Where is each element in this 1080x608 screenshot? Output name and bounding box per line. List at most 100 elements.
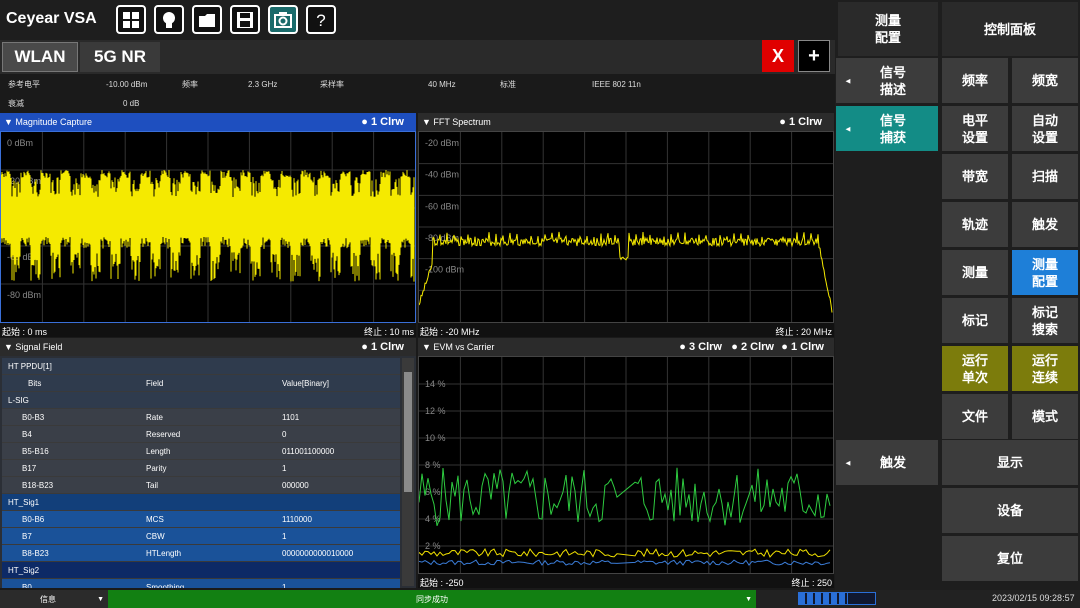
cell: HTLength: [146, 549, 182, 558]
windows-icon[interactable]: [116, 5, 146, 34]
evm-trace-1[interactable]: ● 1 Clrw: [781, 341, 824, 353]
magnitude-pane-header[interactable]: ▼ Magnitude Capture ● 1 Clrw: [0, 113, 416, 131]
y-tick-label: -80 dBm: [7, 290, 41, 300]
y-tick-label: -40 dBm: [425, 170, 459, 180]
signal-capture-button[interactable]: ◄ 信号 捕获: [836, 106, 938, 151]
evm-pane-header[interactable]: ▼ EVM vs Carrier ● 3 Clrw ● 2 Clrw ● 1 C…: [418, 338, 834, 356]
add-tab-button[interactable]: +: [798, 40, 830, 72]
control-button[interactable]: 自动 设置: [1012, 106, 1078, 151]
table-header: Bits Field Value[Binary]: [2, 375, 400, 392]
table-group-row: HT_Sig1: [2, 494, 400, 511]
folder-icon[interactable]: [192, 5, 222, 34]
table-row: B17 Parity 1: [2, 460, 400, 477]
info-dropdown[interactable]: 信息 ▼: [0, 590, 108, 608]
cell: Length: [146, 447, 171, 456]
freq-label: 频率: [182, 80, 198, 89]
control-button[interactable]: 测量: [942, 250, 1008, 295]
evm-title: ▼ EVM vs Carrier: [422, 342, 495, 352]
table-row: B7 CBW 1: [2, 528, 400, 545]
evm-trace-2[interactable]: ● 2 Clrw: [731, 341, 774, 353]
control-button[interactable]: 扫描: [1012, 154, 1078, 199]
device-button[interactable]: 设备: [942, 488, 1078, 533]
cell: B8-B23: [22, 549, 49, 558]
control-button[interactable]: 测量 配置: [1012, 250, 1078, 295]
status-message: 同步成功: [416, 594, 448, 604]
info-label: 信息: [40, 594, 56, 604]
evm-trace-3[interactable]: ● 3 Clrw: [679, 341, 722, 353]
table-row: B18-B23 Tail 000000: [2, 477, 400, 494]
help-icon[interactable]: ?: [306, 5, 336, 34]
y-tick-label: -60 dBm: [425, 201, 459, 211]
evm-trace-line-1: [418, 467, 831, 526]
magnitude-title: ▼ Magnitude Capture: [4, 117, 92, 127]
save-icon[interactable]: [230, 5, 260, 34]
control-button[interactable]: 电平 设置: [942, 106, 1008, 151]
cell: Bits: [28, 379, 42, 388]
control-button[interactable]: 标记: [942, 298, 1008, 343]
parameter-bar: 参考电平 -10.00 dBm 频率 2.3 GHz 采样率 40 MHz 标准…: [0, 74, 835, 112]
cell: B0-B3: [22, 413, 45, 422]
cell: 000000: [282, 481, 309, 490]
y-tick-label: 6 %: [425, 487, 441, 497]
magnitude-trace[interactable]: ● 1 Clrw: [361, 116, 404, 128]
table-row: B0 Smoothing 1: [2, 579, 400, 588]
control-button[interactable]: 运行 连续: [1012, 346, 1078, 391]
control-button[interactable]: 频率: [942, 58, 1008, 103]
atten-label: 衰减: [8, 99, 24, 108]
signal-field-trace[interactable]: ● 1 Clrw: [361, 341, 404, 353]
standard-label: 标准: [500, 80, 516, 89]
control-button[interactable]: 模式: [1012, 394, 1078, 439]
control-button[interactable]: 频宽: [1012, 58, 1078, 103]
y-tick-label: -20 dBm: [425, 138, 459, 148]
control-button[interactable]: 文件: [942, 394, 1008, 439]
control-button[interactable]: 触发: [1012, 202, 1078, 247]
magnitude-start: 起始 : 0 ms: [2, 327, 48, 337]
tab-5g-nr[interactable]: 5G NR: [80, 42, 160, 72]
reset-button[interactable]: 复位: [942, 536, 1078, 581]
control-button[interactable]: 轨迹: [942, 202, 1008, 247]
display-button[interactable]: 显示: [942, 440, 1078, 485]
y-tick-label: 0 dBm: [7, 138, 33, 148]
fft-pane-header[interactable]: ▼ FFT Spectrum ● 1 Clrw: [418, 113, 834, 131]
measure-config-header[interactable]: 测量 配置: [838, 2, 938, 56]
table-group-row: HT_Sig2: [2, 562, 400, 579]
cell: Smoothing: [146, 583, 185, 588]
y-tick-label: 14 %: [425, 379, 446, 389]
trigger-left-button[interactable]: ◄ 触发: [836, 440, 938, 485]
cell: HT_Sig2: [8, 566, 40, 575]
signal-field-pane-header[interactable]: ▼ Signal Field ● 1 Clrw: [0, 338, 416, 356]
y-tick-label: -100 dBm: [425, 265, 464, 275]
bulb-icon[interactable]: [154, 5, 184, 34]
tab-wlan[interactable]: WLAN: [2, 42, 78, 72]
fft-title: ▼ FFT Spectrum: [422, 117, 491, 127]
control-button[interactable]: 运行 单次: [942, 346, 1008, 391]
cell: CBW: [146, 532, 165, 541]
app-title: Ceyear VSA: [6, 10, 97, 27]
control-button[interactable]: 带宽: [942, 154, 1008, 199]
y-tick-label: -80 dBm: [425, 233, 459, 243]
scrollbar-thumb[interactable]: [404, 372, 412, 492]
cell: Field: [146, 379, 164, 388]
signal-desc-button[interactable]: ◄ 信号 描述: [836, 58, 938, 103]
cell: B0: [22, 583, 32, 588]
table-row: B4 Reserved 0: [2, 426, 400, 443]
chevron-down-icon: ▼: [97, 595, 104, 603]
table-row: B8-B23 HTLength 0000000000010000: [2, 545, 400, 562]
y-tick-label: 10 %: [425, 433, 446, 443]
control-button[interactable]: 标记 搜索: [1012, 298, 1078, 343]
left-arrow-icon: ◄: [844, 124, 852, 133]
evm-plot[interactable]: 14 % 12 % 10 % 8 % 6 % 4 % 2 %: [418, 356, 834, 574]
cell: 0: [282, 430, 287, 439]
evm-footer: 起始 : -250 终止 : 250: [418, 574, 834, 588]
magnitude-plot[interactable]: 0 dBm -20 dBm -40 dBm -60 dBm -80 dBm: [0, 131, 416, 323]
close-tab-button[interactable]: X: [762, 40, 794, 72]
table-row: B0-B6 MCS 1110000: [2, 511, 400, 528]
fft-plot[interactable]: -20 dBm -40 dBm -60 dBm -80 dBm -100 dBm: [418, 131, 834, 323]
magnitude-trace-graph: 0 dBm-20 dBm-40 dBm-60 dBm-80 dBm: [0, 132, 415, 322]
progress-fill: [799, 593, 849, 604]
camera-icon[interactable]: [268, 5, 298, 34]
signal-field-scrollbar[interactable]: [402, 358, 414, 586]
fft-trace[interactable]: ● 1 Clrw: [779, 116, 822, 128]
chevron-down-icon[interactable]: ▼: [745, 596, 752, 603]
magnitude-stop: 终止 : 10 ms: [363, 327, 414, 337]
